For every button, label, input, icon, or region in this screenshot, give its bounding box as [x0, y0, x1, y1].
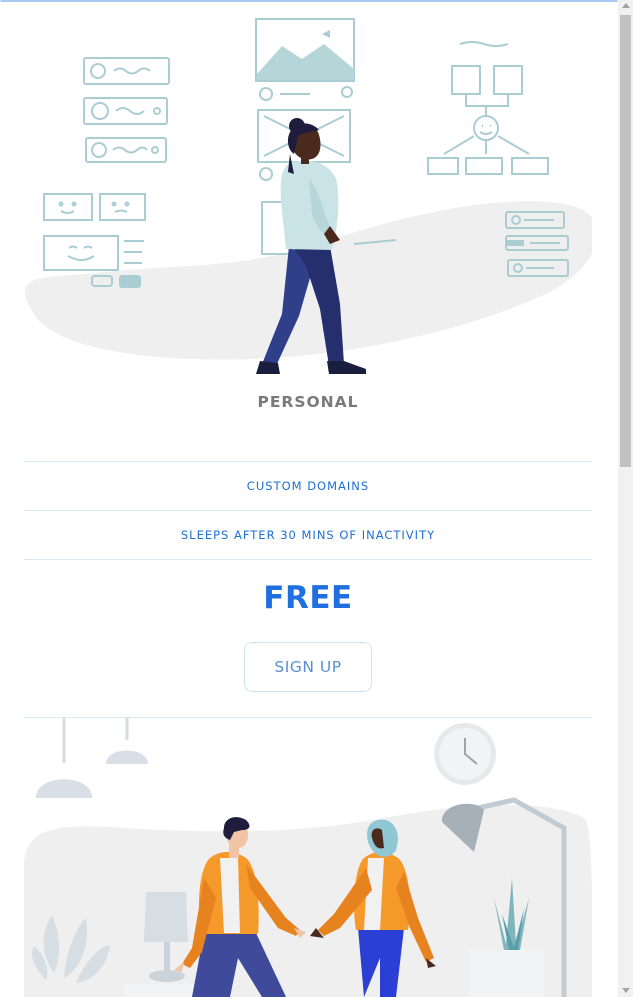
plan-name: PERSONAL — [257, 393, 359, 411]
vertical-scrollbar[interactable] — [618, 0, 633, 997]
chat-box-wireframes — [83, 57, 170, 163]
flow-diagram-wireframe — [427, 41, 549, 175]
next-plan-illustration — [24, 718, 592, 997]
scroll-down-arrow-icon[interactable] — [622, 988, 630, 993]
feature-custom-domains: CUSTOM DOMAINS — [24, 461, 592, 510]
top-accent-bar — [0, 0, 618, 2]
sign-up-button[interactable]: SIGN UP — [244, 642, 372, 692]
scrollbar-thumb[interactable] — [620, 15, 631, 467]
selected-chip — [119, 275, 141, 288]
feature-sleep-inactivity: SLEEPS AFTER 30 MINS OF INACTIVITY — [24, 510, 592, 559]
plan-price: FREE — [263, 580, 353, 616]
pendant-lamp-icon — [36, 718, 148, 798]
personal-plan-illustration — [25, 18, 592, 374]
scroll-up-arrow-icon[interactable] — [622, 3, 630, 8]
clock-icon — [434, 723, 496, 785]
feature-label: SLEEPS AFTER 30 MINS OF INACTIVITY — [180, 528, 436, 542]
feature-label: CUSTOM DOMAINS — [246, 479, 370, 493]
divider — [24, 559, 592, 560]
